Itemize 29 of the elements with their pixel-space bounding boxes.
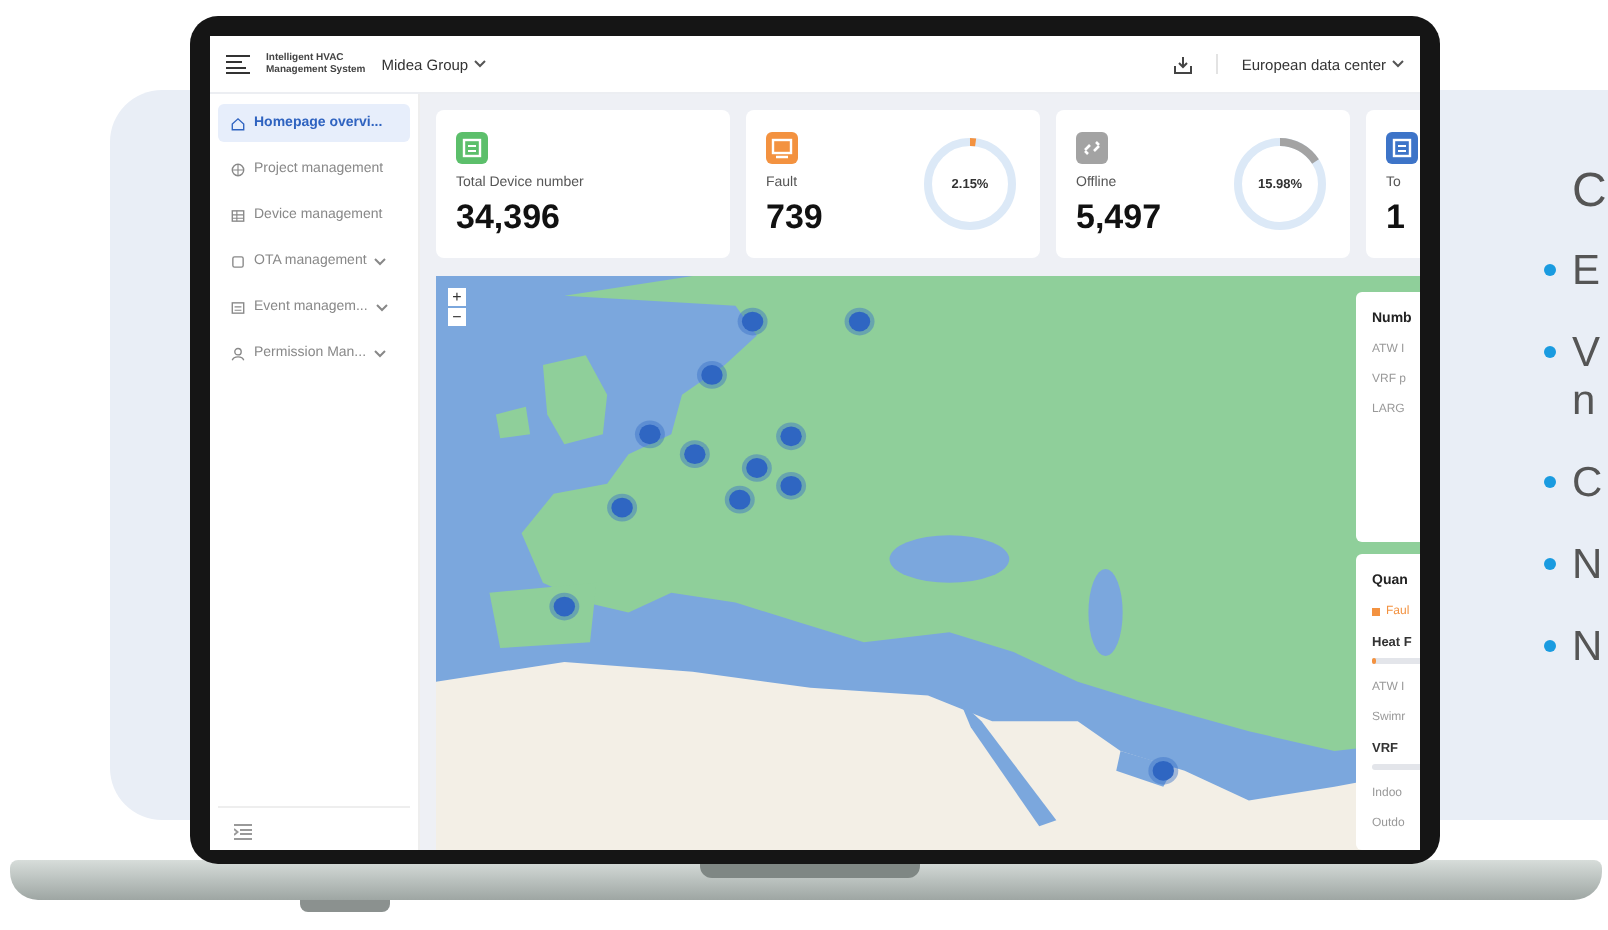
stat-value: 5,497 bbox=[1076, 197, 1164, 237]
bullet-text: N bbox=[1572, 624, 1603, 672]
bullet-text: E bbox=[1572, 248, 1601, 296]
bullet-text: N bbox=[1572, 542, 1603, 590]
chevron-icon bbox=[374, 257, 387, 265]
zoom-out-button[interactable]: − bbox=[448, 308, 466, 326]
bullet-text: C bbox=[1572, 460, 1603, 508]
bullet-text: n bbox=[1572, 378, 1598, 426]
stat-value: 34,396 bbox=[456, 197, 562, 237]
home-icon bbox=[230, 115, 246, 131]
zoom-in-button[interactable]: + bbox=[448, 288, 466, 306]
grid-icon bbox=[230, 207, 246, 223]
globe-icon bbox=[230, 161, 246, 177]
download-icon[interactable] bbox=[1173, 55, 1192, 73]
bullet-text: V bbox=[1572, 330, 1601, 378]
list-icon bbox=[230, 299, 246, 315]
legend-swatch bbox=[1372, 608, 1380, 616]
square-icon bbox=[230, 253, 246, 269]
stat-value: 739 bbox=[766, 197, 825, 237]
chevron-icon bbox=[374, 349, 387, 357]
stat-value: 1 bbox=[1386, 197, 1407, 237]
menu-icon[interactable] bbox=[226, 54, 250, 74]
collapse-icon[interactable] bbox=[234, 824, 252, 840]
chevron-icon bbox=[474, 60, 487, 68]
user-icon bbox=[230, 345, 246, 361]
slide-heading: C bbox=[1572, 164, 1607, 220]
laptop-foot bbox=[300, 900, 390, 912]
chevron-icon bbox=[375, 303, 388, 311]
chevron-icon bbox=[1392, 60, 1404, 68]
